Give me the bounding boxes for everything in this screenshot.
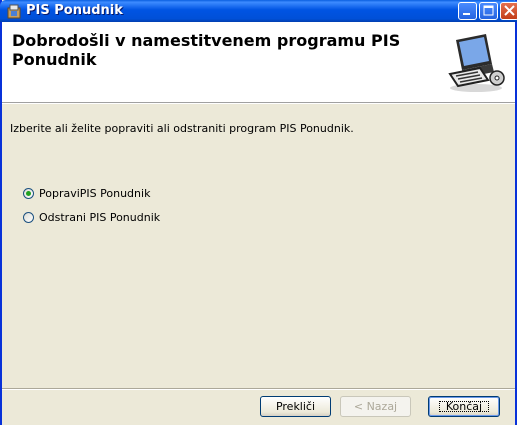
repair-label[interactable]: PopraviPIS Ponudnik <box>39 187 150 200</box>
repair-radio[interactable] <box>23 187 34 199</box>
remove-radio[interactable] <box>23 211 34 223</box>
window-title: PIS Ponudnik <box>26 3 123 18</box>
minimize-icon <box>463 13 470 15</box>
option-repair[interactable]: PopraviPIS Ponudnik <box>23 186 150 200</box>
banner-divider <box>2 103 515 104</box>
footer-divider-highlight <box>2 389 515 390</box>
cancel-button[interactable]: Prekliči <box>260 396 331 417</box>
header-banner: Dobrodošli v namestitvenem programu PIS … <box>2 22 515 103</box>
page-title: Dobrodošli v namestitvenem programu PIS … <box>12 31 401 69</box>
back-button[interactable]: < Nazaj <box>340 396 411 417</box>
installer-window: PIS Ponudnik Dobrodošli v namestitvenem … <box>0 0 517 425</box>
instruction-text: Izberite ali želite popraviti ali odstra… <box>10 122 354 135</box>
finish-button[interactable]: Končaj <box>428 396 500 417</box>
option-remove[interactable]: Odstrani PIS Ponudnik <box>23 210 160 224</box>
maximize-button[interactable] <box>479 2 498 20</box>
remove-label[interactable]: Odstrani PIS Ponudnik <box>39 211 160 224</box>
close-button[interactable] <box>500 2 517 20</box>
finish-label: Končaj <box>436 398 492 415</box>
title-bar[interactable]: PIS Ponudnik <box>0 0 517 22</box>
computer-setup-icon <box>448 34 505 92</box>
maximize-icon <box>483 5 494 16</box>
minimize-button[interactable] <box>458 2 477 20</box>
close-icon <box>504 5 515 16</box>
installer-app-icon <box>7 4 21 19</box>
